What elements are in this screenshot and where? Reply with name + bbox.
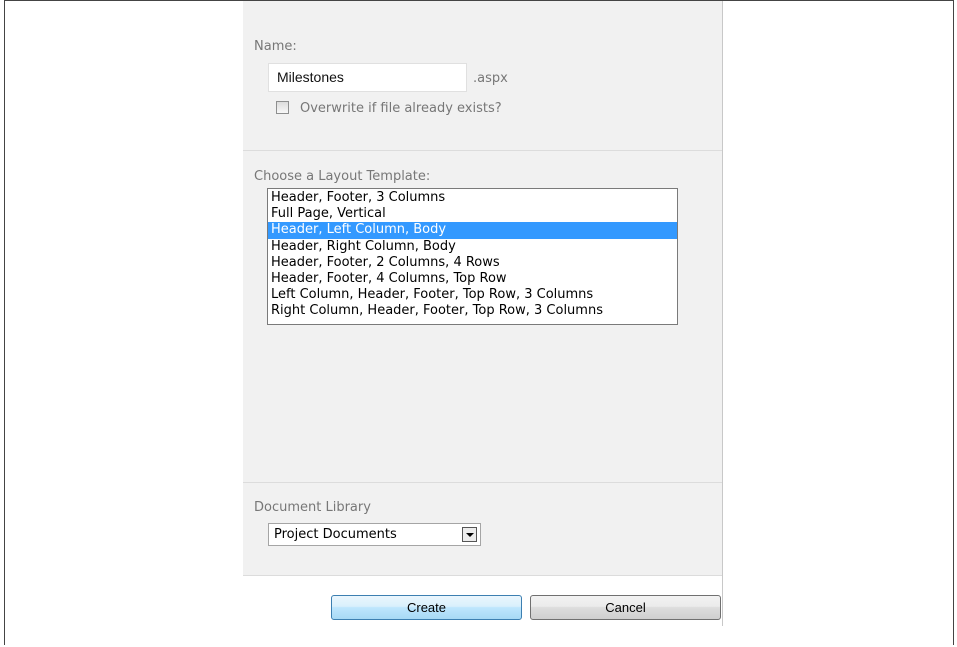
section-divider: [243, 150, 722, 151]
layout-option[interactable]: Header, Footer, 4 Columns, Top Row: [268, 271, 677, 287]
overwrite-label[interactable]: Overwrite if file already exists?: [300, 101, 502, 116]
layout-option[interactable]: Header, Footer, 2 Columns, 4 Rows: [268, 255, 677, 271]
layout-option[interactable]: Header, Left Column, Body: [268, 222, 677, 239]
name-label: Name:: [254, 39, 297, 54]
layout-option[interactable]: Header, Footer, 3 Columns: [268, 190, 677, 206]
section-divider: [243, 575, 722, 576]
layout-template-list[interactable]: Header, Footer, 3 Columns Full Page, Vert…: [267, 188, 678, 325]
layout-option[interactable]: Right Column, Header, Footer, Top Row, 3…: [268, 303, 677, 319]
chevron-down-icon[interactable]: [462, 527, 477, 542]
document-library-label: Document Library: [254, 500, 371, 515]
create-button[interactable]: Create: [331, 595, 522, 620]
cancel-button[interactable]: Cancel: [530, 595, 721, 620]
section-divider: [243, 482, 722, 483]
overwrite-checkbox[interactable]: [276, 101, 289, 114]
layout-option[interactable]: Left Column, Header, Footer, Top Row, 3 …: [268, 287, 677, 303]
document-library-value: Project Documents: [274, 527, 397, 542]
layout-template-label: Choose a Layout Template:: [254, 169, 431, 184]
name-input[interactable]: Milestones: [268, 63, 467, 92]
layout-option[interactable]: Full Page, Vertical: [268, 206, 677, 222]
layout-option[interactable]: Header, Right Column, Body: [268, 239, 677, 255]
extension-label: .aspx: [473, 71, 508, 86]
document-library-select[interactable]: Project Documents: [268, 523, 481, 546]
panel-divider: [722, 1, 723, 626]
